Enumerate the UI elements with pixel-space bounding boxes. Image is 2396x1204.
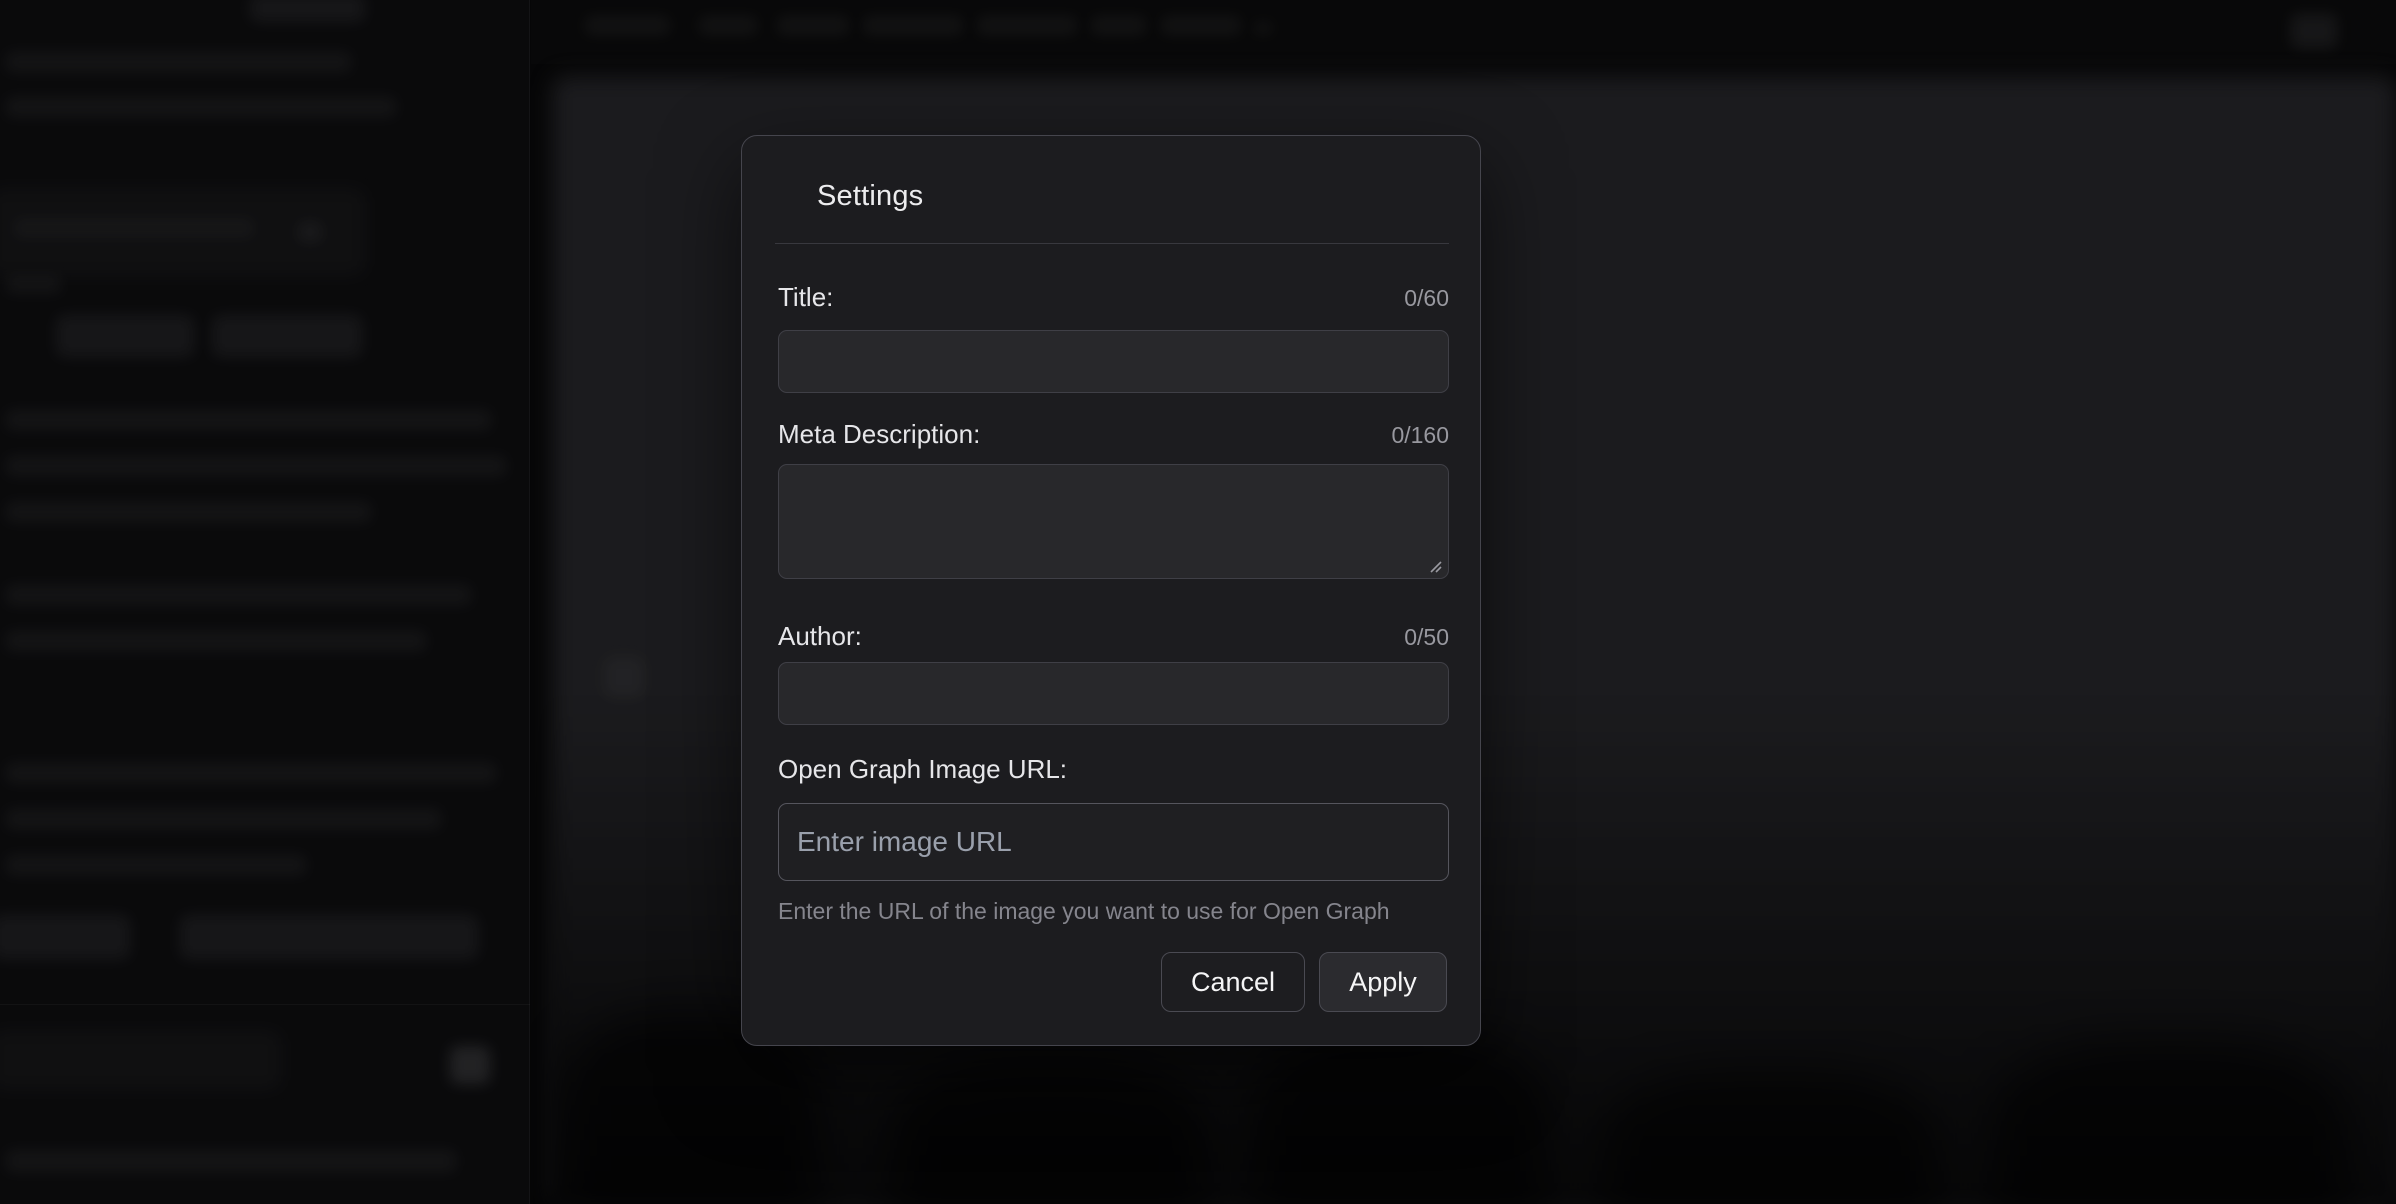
title-label: Title:: [778, 282, 833, 313]
author-char-counter: 0/50: [1404, 624, 1449, 651]
cancel-button[interactable]: Cancel: [1161, 952, 1305, 1012]
dialog-title: Settings: [817, 180, 923, 213]
apply-button[interactable]: Apply: [1319, 952, 1447, 1012]
author-label: Author:: [778, 621, 862, 652]
og-image-url-input[interactable]: [778, 803, 1449, 881]
og-image-label-row: Open Graph Image URL:: [778, 754, 1449, 785]
og-image-url-label: Open Graph Image URL:: [778, 754, 1067, 785]
meta-description-label: Meta Description:: [778, 419, 980, 450]
author-input[interactable]: [778, 662, 1449, 725]
title-label-row: Title: 0/60: [778, 282, 1449, 313]
title-char-counter: 0/60: [1404, 285, 1449, 312]
dialog-title-divider: [775, 243, 1449, 244]
dialog-button-row: Cancel Apply: [1161, 952, 1447, 1012]
author-label-row: Author: 0/50: [778, 621, 1449, 652]
meta-description-textarea[interactable]: [778, 464, 1449, 579]
title-input[interactable]: [778, 330, 1449, 393]
meta-description-label-row: Meta Description: 0/160: [778, 419, 1449, 450]
settings-dialog: Settings Title: 0/60 Meta Description: 0…: [741, 135, 1481, 1046]
meta-description-char-counter: 0/160: [1391, 422, 1449, 449]
og-image-helper-text: Enter the URL of the image you want to u…: [778, 898, 1449, 925]
